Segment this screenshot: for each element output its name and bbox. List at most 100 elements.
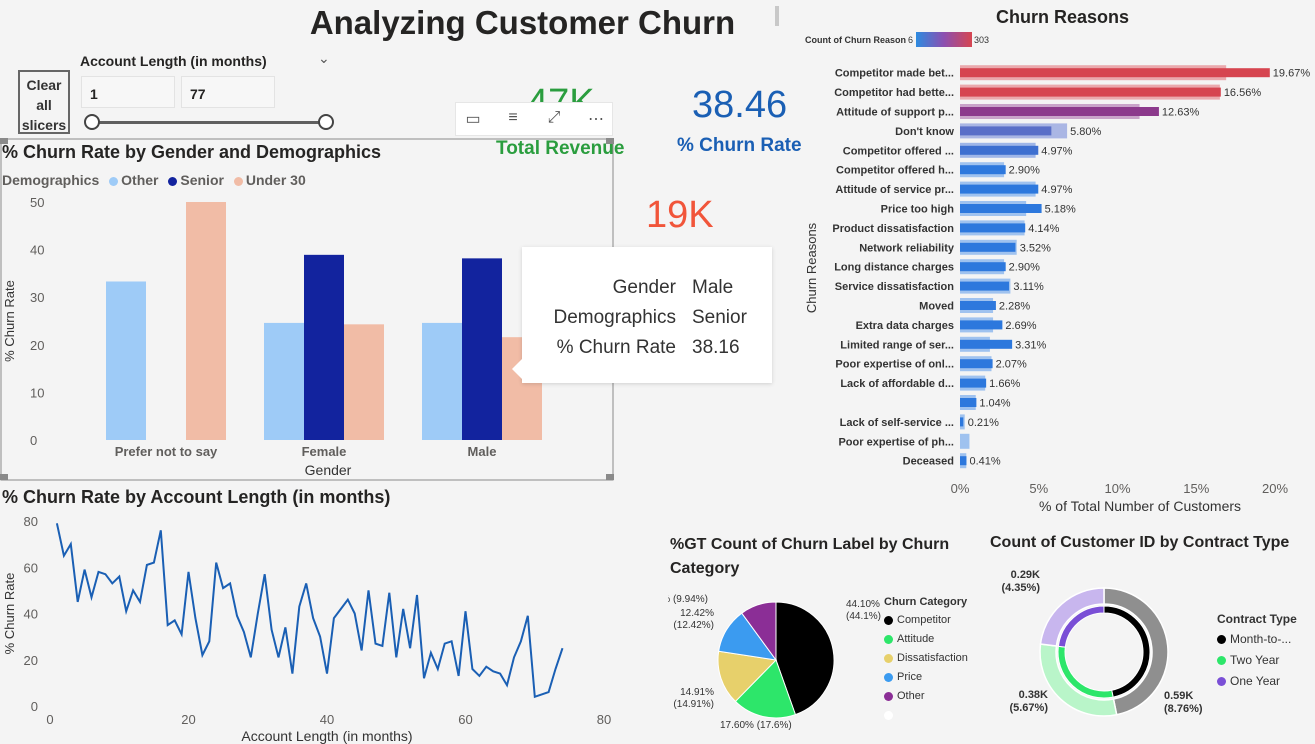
data-label: 14.91%	[680, 687, 714, 698]
legend-item-blank[interactable]	[884, 706, 968, 725]
resize-handle	[0, 474, 8, 480]
legend-item-competitor[interactable]: Competitor	[884, 611, 968, 630]
data-label: 9.94% (9.94%)	[668, 594, 708, 605]
comment-icon[interactable]: ▭	[460, 109, 486, 129]
legend-label: Price	[897, 671, 923, 683]
legend-item-one-year[interactable]: One Year	[1217, 671, 1297, 692]
x-tick-label: 20	[181, 712, 195, 727]
donut-outer-segment	[1039, 587, 1105, 647]
data-label: 1.04%	[979, 398, 1010, 410]
legend-dot	[884, 691, 893, 701]
range-slider-low-handle[interactable]	[84, 114, 100, 130]
more-options-icon[interactable]: ⋯	[583, 109, 609, 129]
bar	[422, 322, 462, 440]
category-label: Attitude of service pr...	[835, 184, 954, 196]
legend-label: Two Year	[1230, 653, 1280, 667]
bar	[960, 204, 1042, 213]
bar	[960, 359, 993, 369]
focus-mode-icon[interactable]: ⤢	[541, 109, 567, 127]
y-axis-label: % Churn Rate	[2, 573, 17, 655]
legend-item-other[interactable]: Other	[884, 687, 968, 706]
churn-category-legend: Churn Category Competitor Attitude Dissa…	[884, 596, 968, 725]
data-label: (12.42%)	[673, 620, 714, 631]
data-label: 17.60% (17.6%)	[720, 720, 792, 731]
bar	[462, 258, 502, 440]
legend-dot	[884, 672, 893, 682]
y-tick-label: 10	[30, 385, 44, 400]
chevron-down-icon[interactable]: ⌄	[318, 50, 330, 67]
legend-title: Churn Category	[884, 596, 968, 608]
bar	[960, 87, 1221, 97]
bar	[344, 324, 384, 440]
legend-item-two-year[interactable]: Two Year	[1217, 650, 1297, 671]
legend-item-month-to-month[interactable]: Month-to-...	[1217, 629, 1297, 650]
data-label: 0.29K	[1011, 569, 1040, 581]
data-label: (8.76%)	[1164, 703, 1203, 715]
category-label: Limited range of ser...	[840, 339, 954, 351]
clear-label-line: slicers	[21, 117, 67, 133]
slicer-title: Account Length (in months)	[80, 53, 267, 69]
color-scale-min: 6	[908, 35, 914, 45]
y-axis-label: Churn Reasons	[804, 222, 819, 313]
bar	[106, 281, 146, 440]
range-min-input[interactable]: 1	[81, 76, 175, 108]
data-label: 2.90%	[1009, 165, 1040, 177]
range-slider-high-handle[interactable]	[318, 114, 334, 130]
legend-dot	[884, 710, 893, 720]
tooltip-value: Male	[692, 277, 734, 298]
range-slider-track[interactable]	[92, 121, 326, 124]
color-scale-gradient	[916, 32, 972, 47]
x-tick-label: 20%	[1262, 481, 1288, 496]
category-label: Moved	[919, 301, 954, 313]
bar	[960, 68, 1270, 78]
data-label: 0.59K	[1164, 690, 1193, 702]
legend-item-attitude[interactable]: Attitude	[884, 630, 968, 649]
legend-dot	[1217, 635, 1226, 645]
scrollbar-handle[interactable]	[775, 6, 779, 26]
churn-rate-line	[55, 523, 564, 699]
x-tick-label: Female	[302, 444, 347, 459]
bar	[960, 262, 1006, 272]
contract-type-legend: Contract Type Month-to-... Two Year One …	[1217, 612, 1297, 692]
churn-category-pie-title: %GT Count of Churn Label by Churn Catego…	[670, 533, 949, 581]
bar	[960, 223, 1026, 233]
category-label: Competitor made bet...	[835, 68, 954, 80]
legend-dot	[1217, 656, 1226, 666]
bar	[960, 145, 1039, 155]
data-label: 0.21%	[968, 417, 999, 429]
category-label: Product dissatisfaction	[832, 223, 954, 235]
kpi-value: 19K	[646, 194, 714, 236]
bar	[960, 165, 1006, 175]
y-tick-label: 0	[31, 699, 38, 714]
legend-label: Month-to-...	[1230, 632, 1292, 646]
y-tick-label: 80	[24, 514, 38, 529]
category-label: Deceased	[903, 456, 954, 468]
y-tick-label: 40	[30, 243, 44, 258]
bar	[960, 184, 1039, 194]
x-axis-label: Account Length (in months)	[241, 728, 412, 744]
legend-label: Dissatisfaction	[897, 652, 968, 664]
data-label: 2.90%	[1009, 262, 1040, 274]
background-bar	[960, 433, 970, 449]
data-label: (4.35%)	[1001, 582, 1040, 594]
data-label: (5.67%)	[1009, 702, 1048, 714]
y-tick-label: 20	[30, 338, 44, 353]
data-label: 3.52%	[1020, 242, 1051, 254]
tooltip-value: Senior	[692, 307, 747, 328]
data-label: 16.56%	[1224, 87, 1262, 99]
data-label: (44.1%)	[846, 611, 881, 622]
x-tick-label: 5%	[1029, 481, 1048, 496]
clear-all-slicers-button[interactable]: Clear all slicers	[18, 70, 70, 134]
data-label: 12.63%	[1162, 107, 1200, 119]
legend-item-price[interactable]: Price	[884, 668, 968, 687]
clear-label-line: all	[36, 97, 52, 113]
range-max-input[interactable]: 77	[181, 76, 275, 108]
x-tick-label: Prefer not to say	[115, 444, 218, 459]
filter-icon[interactable]: ≡	[500, 109, 526, 127]
data-label: 1.66%	[989, 378, 1020, 390]
data-label: 12.42%	[680, 608, 714, 619]
legend-item-dissatisfaction[interactable]: Dissatisfaction	[884, 649, 968, 668]
bar	[304, 254, 344, 440]
churn-reasons-bar-chart: Competitor made bet... 19.67% Competitor h…	[804, 65, 1310, 514]
bar	[960, 301, 996, 310]
